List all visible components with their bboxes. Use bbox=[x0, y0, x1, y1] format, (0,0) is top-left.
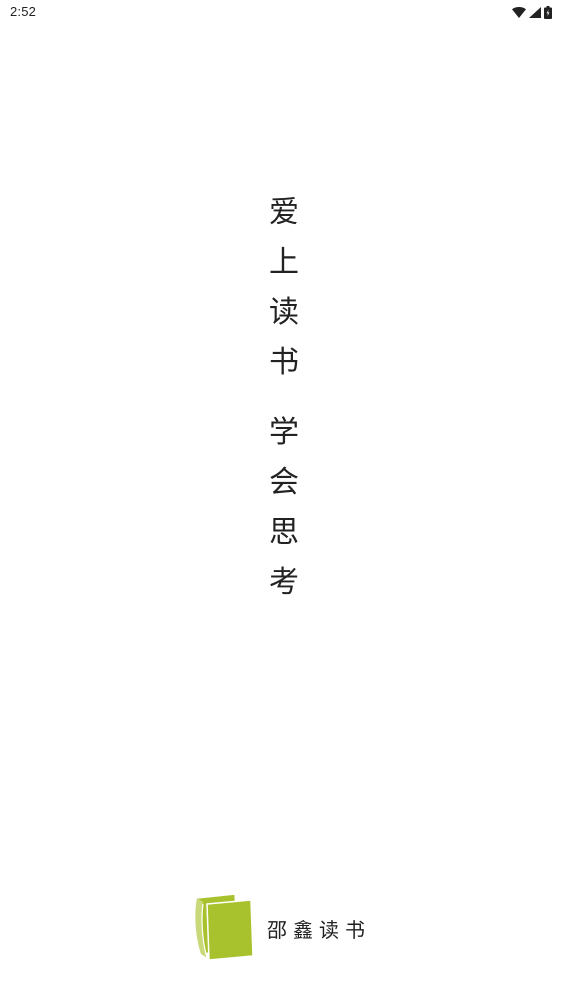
slogan-char: 上 bbox=[269, 245, 299, 280]
signal-icon bbox=[529, 6, 541, 18]
slogan-char: 会 bbox=[269, 465, 299, 500]
battery-icon bbox=[544, 5, 552, 19]
brand: 邵鑫读书 bbox=[193, 892, 371, 964]
book-icon bbox=[193, 892, 255, 964]
slogan-char: 学 bbox=[269, 415, 299, 450]
slogan-line-1: 爱 上 读 书 bbox=[264, 188, 304, 388]
wifi-icon bbox=[512, 6, 526, 18]
status-icons bbox=[512, 5, 552, 19]
status-time: 2:52 bbox=[10, 4, 37, 19]
slogan-char: 书 bbox=[269, 345, 299, 380]
slogan-char: 读 bbox=[269, 295, 299, 330]
status-bar: 2:52 bbox=[0, 0, 566, 26]
slogan-char: 思 bbox=[269, 515, 299, 550]
brand-name: 邵鑫读书 bbox=[267, 917, 371, 942]
slogan-char: 爱 bbox=[269, 195, 299, 230]
slogan-char: 考 bbox=[269, 565, 299, 600]
slogan-line-2: 学 会 思 考 bbox=[264, 408, 304, 608]
